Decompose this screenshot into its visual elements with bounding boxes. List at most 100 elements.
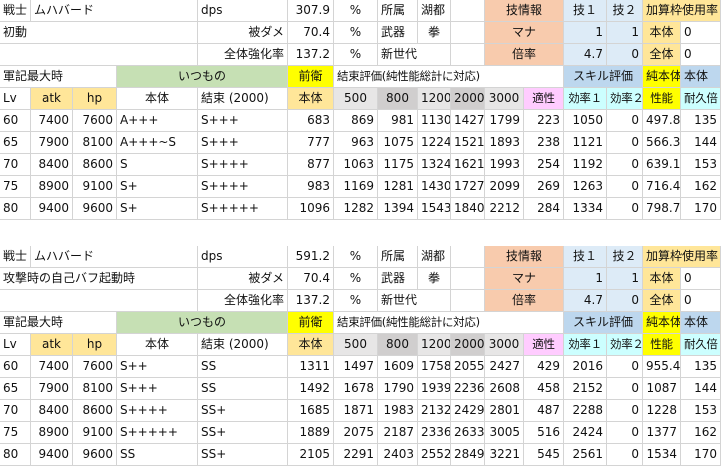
affiliation-value[interactable]: 湖都 xyxy=(418,0,451,22)
table-cell[interactable]: 7400 xyxy=(31,110,73,132)
table-cell[interactable]: A+++~S xyxy=(117,132,198,154)
skill1-mana[interactable]: 1 xyxy=(564,22,607,44)
table-cell[interactable]: 7900 xyxy=(31,132,73,154)
main-body-value[interactable]: 0 xyxy=(681,268,721,290)
table-cell[interactable]: 8900 xyxy=(31,176,73,198)
empty-cell[interactable] xyxy=(451,290,485,312)
generation-value[interactable]: 新世代 xyxy=(378,290,451,312)
table-cell[interactable]: 2099 xyxy=(485,176,524,198)
table-cell[interactable]: 170 xyxy=(681,198,721,220)
table-cell[interactable]: 2212 xyxy=(485,198,524,220)
table-cell[interactable]: 487 xyxy=(524,400,564,422)
weapon-label[interactable]: 武器 xyxy=(378,22,418,44)
column-header[interactable]: 500 xyxy=(334,88,378,110)
table-cell[interactable]: 162 xyxy=(681,176,721,198)
table-cell[interactable]: 144 xyxy=(681,132,721,154)
table-cell[interactable]: 1893 xyxy=(485,132,524,154)
empty-cell[interactable] xyxy=(451,0,485,22)
table-cell[interactable]: 2608 xyxy=(485,378,524,400)
column-header[interactable]: 効率２ xyxy=(607,88,643,110)
class-cell[interactable]: 戦士 xyxy=(0,0,31,22)
table-cell[interactable]: 497.8 xyxy=(643,110,681,132)
table-cell[interactable]: 0 xyxy=(607,444,643,466)
table-cell[interactable]: 1758 xyxy=(418,356,451,378)
military-max-label[interactable]: 軍記最大時 xyxy=(0,66,117,88)
table-cell[interactable]: 0 xyxy=(607,110,643,132)
table-cell[interactable]: 2561 xyxy=(564,444,607,466)
table-cell[interactable]: 1430 xyxy=(418,176,451,198)
table-cell[interactable]: 135 xyxy=(681,110,721,132)
table-cell[interactable]: 65 xyxy=(0,378,31,400)
body-label[interactable]: 本体 xyxy=(681,312,721,334)
vanguard-label[interactable]: 前衛 xyxy=(288,312,334,334)
table-cell[interactable]: S+++ xyxy=(198,110,288,132)
table-cell[interactable]: 2152 xyxy=(564,378,607,400)
table-cell[interactable]: 7400 xyxy=(31,356,73,378)
table-cell[interactable]: 777 xyxy=(288,132,334,154)
table-cell[interactable]: 2801 xyxy=(485,400,524,422)
class-cell[interactable]: 戦士 xyxy=(0,246,31,268)
table-cell[interactable]: 683 xyxy=(288,110,334,132)
table-cell[interactable]: 2236 xyxy=(451,378,485,400)
overall-boost-label[interactable]: 全体強化率 xyxy=(198,290,288,312)
empty-cell[interactable] xyxy=(0,44,198,66)
overall-boost-value[interactable]: 137.2 xyxy=(288,290,334,312)
table-cell[interactable]: S++++ xyxy=(198,176,288,198)
table-cell[interactable]: 9600 xyxy=(73,198,117,220)
table-cell[interactable]: 2429 xyxy=(451,400,485,422)
column-header[interactable]: Lv xyxy=(0,334,31,356)
table-cell[interactable]: 153 xyxy=(681,154,721,176)
table-cell[interactable]: 1281 xyxy=(378,176,418,198)
table-cell[interactable]: 9600 xyxy=(73,444,117,466)
column-header[interactable]: 効率１ xyxy=(564,88,607,110)
table-cell[interactable]: 135 xyxy=(681,356,721,378)
overall-boost-value[interactable]: 137.2 xyxy=(288,44,334,66)
main-body-label[interactable]: 本体 xyxy=(643,22,681,44)
skill2-header[interactable]: 技２ xyxy=(607,246,643,268)
overall-boost-label[interactable]: 全体強化率 xyxy=(198,44,288,66)
table-cell[interactable]: 0 xyxy=(607,176,643,198)
empty-cell[interactable] xyxy=(451,268,485,290)
skill-info-header[interactable]: 技情報 xyxy=(485,0,564,22)
overall-label[interactable]: 全体 xyxy=(643,290,681,312)
column-header[interactable]: 3000 xyxy=(485,334,524,356)
table-cell[interactable]: 0 xyxy=(607,400,643,422)
table-cell[interactable]: 8600 xyxy=(73,154,117,176)
table-cell[interactable]: 80 xyxy=(0,444,31,466)
pure-body-label[interactable]: 純本体 xyxy=(643,312,681,334)
column-header[interactable]: 1200 xyxy=(418,334,451,356)
column-header[interactable]: 2000 xyxy=(451,88,485,110)
table-cell[interactable]: 1121 xyxy=(564,132,607,154)
table-cell[interactable]: 869 xyxy=(334,110,378,132)
dps-label[interactable]: dps xyxy=(198,0,288,22)
skill1-mana[interactable]: 1 xyxy=(564,268,607,290)
table-cell[interactable]: 1228 xyxy=(643,400,681,422)
table-cell[interactable]: 0 xyxy=(607,422,643,444)
table-cell[interactable]: 1224 xyxy=(418,132,451,154)
column-header[interactable]: Lv xyxy=(0,88,31,110)
column-header[interactable]: 本体 xyxy=(117,334,198,356)
table-cell[interactable]: 70 xyxy=(0,154,31,176)
table-cell[interactable]: 170 xyxy=(681,444,721,466)
column-header[interactable]: 耐久倍 xyxy=(681,334,721,356)
table-cell[interactable]: 8400 xyxy=(31,400,73,422)
table-cell[interactable]: 1311 xyxy=(288,356,334,378)
table-cell[interactable]: 1492 xyxy=(288,378,334,400)
scenario-label[interactable]: 攻撃時の自己バフ起動時 xyxy=(0,268,198,290)
table-cell[interactable]: 269 xyxy=(524,176,564,198)
table-cell[interactable]: 1543 xyxy=(418,198,451,220)
scenario-label[interactable]: 初動 xyxy=(0,22,198,44)
table-cell[interactable]: 798.7 xyxy=(643,198,681,220)
percent-sign[interactable]: % xyxy=(334,22,378,44)
table-cell[interactable]: 1497 xyxy=(334,356,378,378)
table-cell[interactable]: 2105 xyxy=(288,444,334,466)
table-cell[interactable]: 0 xyxy=(607,154,643,176)
skill-eval-group-label[interactable]: スキル評価 xyxy=(564,312,643,334)
generation-value[interactable]: 新世代 xyxy=(378,44,451,66)
table-cell[interactable]: 2427 xyxy=(485,356,524,378)
table-cell[interactable]: 1192 xyxy=(564,154,607,176)
column-header[interactable]: 800 xyxy=(378,334,418,356)
column-header[interactable]: 1200 xyxy=(418,88,451,110)
table-cell[interactable]: 1799 xyxy=(485,110,524,132)
skill1-header[interactable]: 技１ xyxy=(564,246,607,268)
